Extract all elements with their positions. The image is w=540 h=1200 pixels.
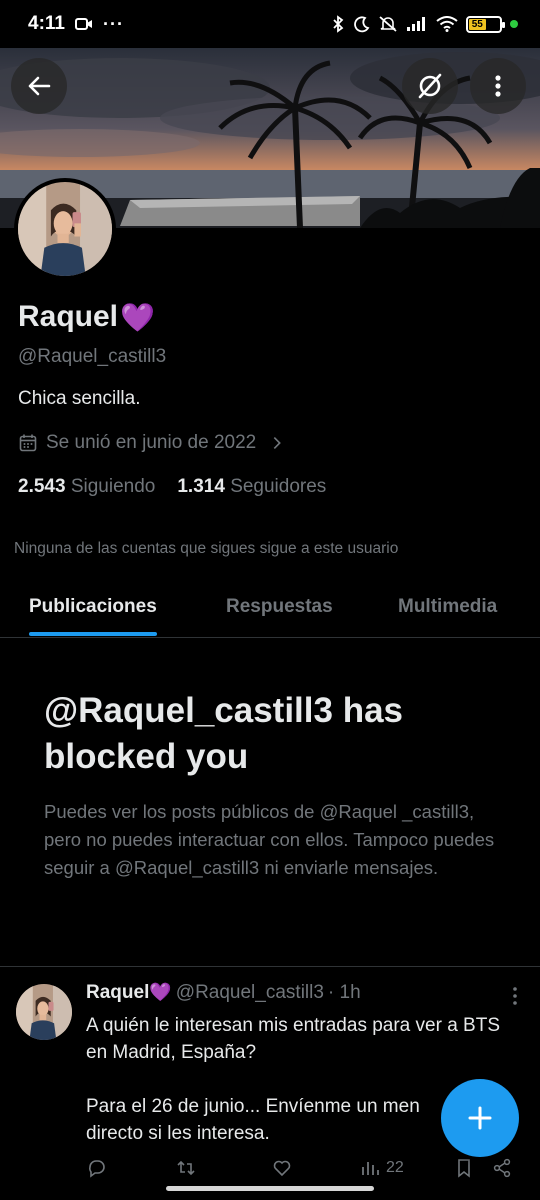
follow-stats: 2.543 Siguiendo 1.314 Seguidores	[18, 476, 522, 498]
views-chart-icon	[362, 1162, 379, 1175]
share-button[interactable]	[492, 1158, 512, 1178]
calendar-icon	[19, 434, 37, 452]
views-count: 22	[386, 1159, 404, 1176]
moon-icon	[354, 16, 370, 32]
divider	[0, 966, 540, 967]
blocked-body: Puedes ver los posts públicos de @Raquel…	[44, 801, 495, 878]
bluetooth-icon	[333, 15, 344, 33]
retweet-button[interactable]	[176, 1158, 196, 1178]
status-bar: 4:11 ··· 55	[0, 0, 540, 48]
blocked-title: @Raquel_castill3 has blocked you	[44, 691, 404, 776]
more-vertical-icon	[495, 75, 501, 97]
tab-respuestas[interactable]: Respuestas	[226, 578, 333, 636]
back-arrow-icon	[28, 76, 51, 96]
tweet-author-handle: @Raquel_castill3	[175, 982, 324, 1003]
profile-handle: @Raquel_castill3	[18, 346, 167, 367]
plus-icon	[468, 1106, 492, 1130]
tweet-actions: 22	[86, 1154, 526, 1182]
like-button[interactable]	[272, 1158, 292, 1178]
battery-indicator: 55	[466, 15, 505, 33]
heart-icon	[273, 1160, 291, 1177]
tweet-author-name[interactable]: Raquel💜	[86, 982, 172, 1004]
joined-date[interactable]: Se unió en junio de 2022	[18, 432, 522, 454]
tweet-time: · 1h	[327, 982, 361, 1003]
home-indicator[interactable]	[166, 1186, 374, 1191]
tweet-more-icon[interactable]	[512, 986, 518, 1006]
share-icon	[493, 1158, 511, 1178]
avatar-image	[16, 984, 72, 1040]
chevron-right-icon	[273, 437, 282, 449]
views-button[interactable]: 22	[360, 1158, 404, 1178]
profile-avatar[interactable]	[14, 178, 116, 280]
signal-icon	[407, 17, 425, 31]
bookmark-button[interactable]	[454, 1158, 474, 1178]
tab-multimedia[interactable]: Multimedia	[398, 578, 497, 636]
video-camera-icon	[74, 18, 92, 30]
followers-count: 1.314	[177, 476, 225, 497]
joined-label: Se unió en junio de 2022	[46, 432, 257, 453]
followers-label: Seguidores	[230, 476, 327, 497]
followers-link[interactable]: 1.314 Seguidores	[177, 476, 326, 498]
tweet-header: Raquel💜 @Raquel_castill3 · 1h	[86, 982, 361, 1004]
back-button[interactable]	[11, 58, 67, 114]
following-label: Siguiendo	[70, 476, 156, 497]
avatar-image	[18, 182, 112, 276]
following-link[interactable]: 2.543 Siguiendo	[18, 476, 155, 498]
tweet-avatar[interactable]	[16, 984, 72, 1040]
blocked-notice: @Raquel_castill3 has blocked you Puedes …	[44, 688, 514, 882]
following-count: 2.543	[18, 476, 66, 497]
purple-heart-icon: 💜	[149, 982, 172, 1002]
bookmark-icon	[458, 1159, 470, 1178]
retweet-icon	[177, 1160, 195, 1176]
reply-button[interactable]	[86, 1158, 106, 1178]
grok-button[interactable]	[402, 58, 458, 114]
status-time: 4:11	[28, 13, 65, 34]
grok-icon	[418, 73, 442, 99]
tab-publicaciones[interactable]: Publicaciones	[29, 578, 157, 636]
wifi-icon	[436, 16, 458, 32]
active-tab-indicator	[29, 632, 157, 636]
purple-heart-icon: 💜	[120, 301, 155, 333]
followers-you-know-note: Ninguna de las cuentas que sigues sigue …	[14, 540, 399, 557]
profile-tabs: Publicaciones Respuestas Multimedia	[0, 578, 540, 638]
privacy-dot	[510, 20, 518, 28]
mute-icon	[379, 16, 397, 32]
overflow-dots-icon: ···	[102, 13, 124, 34]
profile-bio: Chica sencilla.	[18, 388, 141, 409]
profile-display-name: Raquel 💜	[18, 300, 155, 333]
more-options-button[interactable]	[470, 58, 526, 114]
reply-icon	[89, 1160, 105, 1178]
compose-post-button[interactable]	[441, 1079, 519, 1157]
profile-info: Raquel 💜 @Raquel_castill3 Chica sencilla.…	[18, 300, 522, 498]
